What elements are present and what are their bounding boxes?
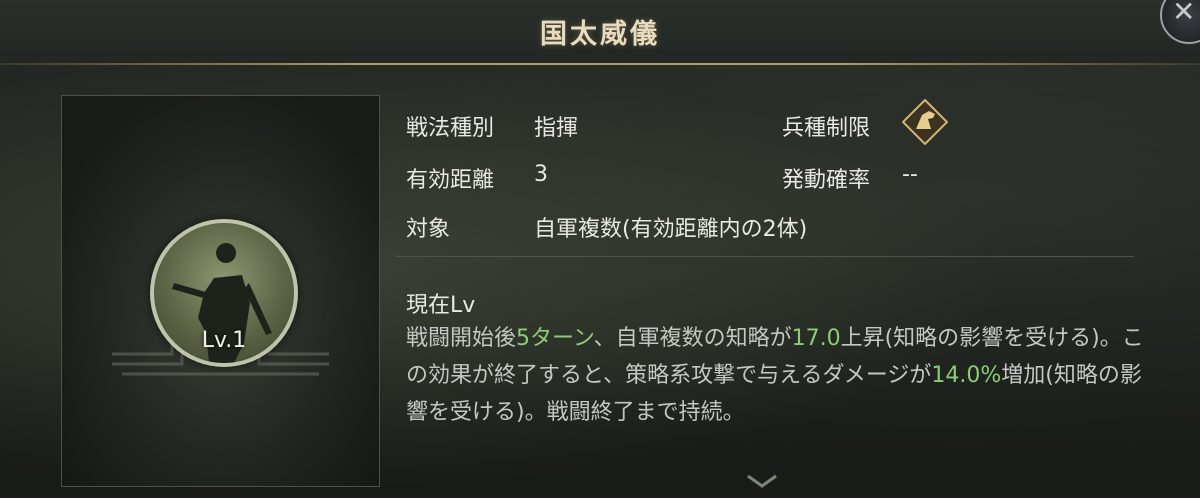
- chevron-down-icon[interactable]: [742, 472, 782, 492]
- close-icon: ✕: [1172, 0, 1196, 28]
- horse-head-icon[interactable]: [902, 99, 948, 145]
- type-value: 指揮: [534, 116, 579, 141]
- activation-rate-value: --: [902, 162, 918, 187]
- skill-portrait-panel: Lv.1: [61, 95, 380, 487]
- skill-description: 戦闘開始後5ターン、自軍複数の知略が17.0上昇(知略の影響を受ける)。この効果…: [406, 320, 1146, 431]
- range-value: 3: [534, 162, 548, 187]
- troop-limit-label: 兵種制限: [782, 116, 871, 141]
- header-divider: [0, 63, 1200, 65]
- page-title: 国太威儀: [540, 19, 660, 50]
- type-label: 戦法種別: [406, 116, 495, 141]
- target-value: 自軍複数(有効距離内の2体): [534, 217, 808, 242]
- range-label: 有効距離: [406, 168, 495, 193]
- desc-highlight-intel: 17.0: [791, 326, 841, 351]
- skill-level: Lv.1: [201, 328, 247, 353]
- current-level-title: 現在Lv: [406, 293, 476, 318]
- desc-text: 戦闘開始後: [406, 326, 517, 351]
- desc-text: 、自軍複数の知略が: [593, 326, 792, 351]
- desc-highlight-damage: 14.0%: [931, 363, 1002, 388]
- activation-rate-label: 発動確率: [782, 168, 871, 193]
- target-label: 対象: [406, 217, 451, 242]
- desc-highlight-turns: 5ターン: [516, 326, 594, 351]
- section-divider: [396, 256, 1134, 257]
